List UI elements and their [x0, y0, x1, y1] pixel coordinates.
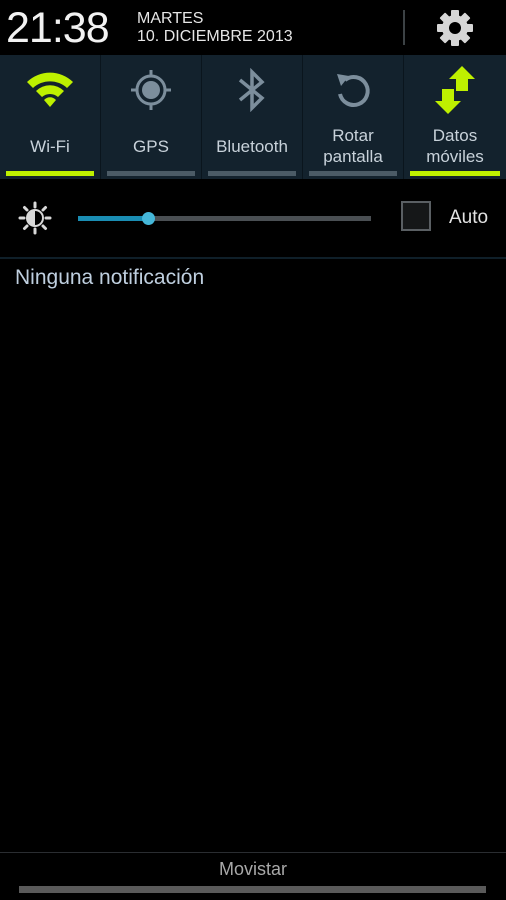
auto-brightness-label: Auto: [449, 207, 489, 228]
weekday: MARTES: [137, 10, 204, 27]
no-notifications-text: Ninguna notificación: [15, 266, 205, 289]
settings-button[interactable]: [432, 6, 478, 50]
toggle-bluetooth[interactable]: Bluetooth: [202, 55, 303, 179]
brightness-slider[interactable]: [78, 209, 371, 227]
slider-thumb[interactable]: [142, 212, 156, 225]
notification-header: 21:38 MARTES 10. DICIEMBRE 2013: [0, 0, 506, 56]
toggle-gps[interactable]: GPS: [101, 55, 202, 179]
gear-icon: [437, 10, 473, 46]
mobile-data-icon: [435, 66, 475, 114]
toggle-wifi[interactable]: Wi-Fi: [0, 55, 101, 179]
toggle-indicator: [309, 171, 397, 176]
quick-settings-toggles: Wi-Fi GPS Bluetooth Rotar pantalla Datos…: [0, 55, 506, 179]
slider-fill: [78, 216, 149, 221]
wifi-icon: [27, 72, 73, 107]
toggle-indicator: [107, 171, 195, 176]
brightness-icon: [18, 201, 52, 235]
toggle-mobile-data[interactable]: Datos móviles: [404, 55, 506, 179]
toggle-label: Datos móviles: [426, 126, 484, 166]
bluetooth-icon: [238, 68, 265, 112]
panel-drag-handle[interactable]: [19, 886, 486, 893]
rotate-icon: [337, 74, 370, 107]
header-divider: [403, 10, 405, 45]
toggle-label: Rotar pantalla: [323, 126, 383, 166]
auto-brightness-checkbox[interactable]: [401, 201, 431, 231]
toggle-indicator: [208, 171, 296, 176]
toggle-indicator: [410, 171, 500, 176]
clock: 21:38: [6, 4, 110, 52]
toggle-rotate-screen[interactable]: Rotar pantalla: [303, 55, 404, 179]
toggle-label: Bluetooth: [216, 136, 288, 156]
carrier-label: Movistar: [218, 859, 287, 879]
toggle-indicator: [6, 171, 94, 176]
toggle-label: GPS: [133, 136, 169, 156]
date-block: MARTES 10. DICIEMBRE 2013: [137, 10, 293, 46]
brightness-row: Auto: [0, 179, 506, 257]
divider: [0, 257, 506, 259]
footer-divider: [0, 852, 506, 853]
date: 10. DICIEMBRE 2013: [137, 28, 293, 45]
gps-icon: [131, 70, 171, 110]
toggle-label: Wi-Fi: [30, 136, 70, 156]
